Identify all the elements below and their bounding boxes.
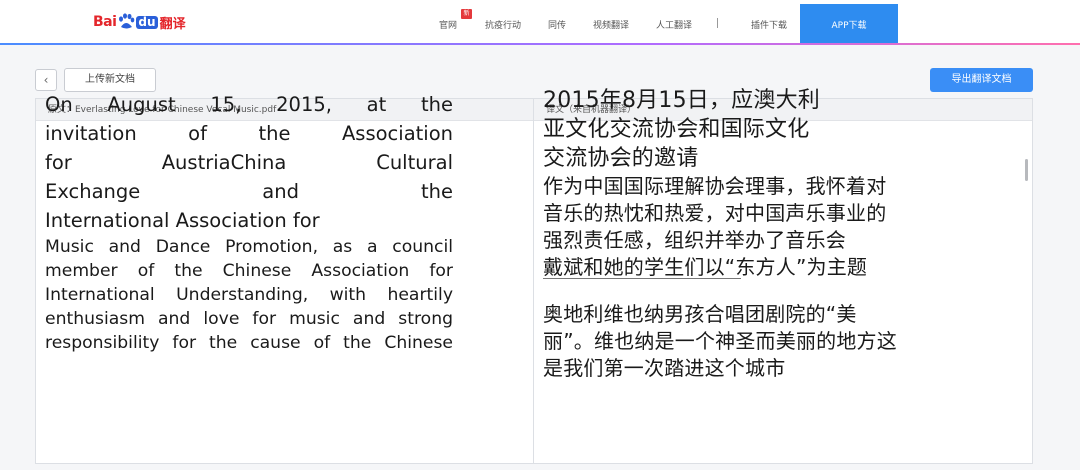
translated-line: 是我们第一次踏进这个城市 (543, 356, 786, 380)
source-line: Music and Dance Promotion, as a council (45, 237, 453, 257)
source-line: International Association for (45, 209, 320, 232)
back-button[interactable]: ‹ (35, 69, 57, 91)
source-line: enthusiasm and love for music and strong (45, 309, 453, 329)
translated-line: 作为中国国际理解协会理事，我怀着对 (543, 174, 887, 198)
logo-text-du: du (136, 14, 158, 29)
baidu-fanyi-logo[interactable]: Bai du 翻译 (93, 10, 186, 34)
app-download-label: APP下载 (831, 21, 867, 31)
translated-document-text: 2015年8月15日，应澳大利 亚文化交流协会和国际文化 交流协会的邀请 作为中… (543, 86, 963, 382)
nav-official-site[interactable]: 官网 (439, 18, 457, 31)
translated-line: 戴斌和她的学生们以“东方人”为主题 (543, 255, 868, 279)
app-download-button[interactable]: APP下载 (800, 4, 898, 44)
source-line: member of the Chinese Association for (45, 261, 453, 281)
panel-divider (533, 99, 534, 463)
chevron-left-icon: ‹ (43, 73, 49, 87)
nav-human-translation[interactable]: 人工翻译 (656, 18, 692, 31)
translated-line: 奥地利维也纳男孩合唱团剧院的“美 (543, 302, 857, 326)
translated-line: 交流协会的邀请 (543, 146, 699, 171)
translated-line: 2015年8月15日，应澳大利 (543, 88, 820, 113)
nav-separator (717, 18, 718, 28)
source-line: On August 15, 2015, at the (45, 93, 453, 116)
source-line: Exchange and the (45, 180, 453, 203)
source-line: responsibility for the cause of the Chin… (45, 333, 453, 353)
paw-icon (119, 13, 135, 29)
page-bottom-edge (0, 464, 1080, 470)
translated-line: 丽”。维也纳是一个神圣而美丽的地方这 (543, 329, 897, 353)
translated-line: 音乐的热忱和热爱，对中国声乐事业的 (543, 201, 887, 225)
source-line: International Understanding, with hearti… (45, 285, 453, 305)
new-badge: 新 (461, 9, 472, 19)
source-line: invitation of the Association (45, 122, 453, 145)
translated-line: 亚文化交流协会和国际文化 (543, 117, 810, 142)
nav-plugin-download[interactable]: 插件下载 (751, 18, 787, 31)
source-line: for AustriaChina Cultural (45, 151, 453, 174)
nav-anti-epidemic[interactable]: 抗疫行动 (485, 18, 521, 31)
logo-text-fanyi: 翻译 (159, 16, 186, 32)
top-navigation-bar: Bai du 翻译 官网 新 抗疫行动 同传 视频翻译 人工翻译 插件下载 AP… (0, 0, 1080, 44)
nav-simultaneous[interactable]: 同传 (548, 18, 566, 31)
source-document-text: On August 15, 2015, at the invitation of… (45, 90, 453, 355)
nav-video-translation[interactable]: 视频翻译 (593, 18, 629, 31)
text-underline (543, 278, 741, 279)
translated-line: 强烈责任感，组织并举办了音乐会 (543, 228, 846, 252)
target-scrollbar[interactable] (1025, 159, 1028, 181)
logo-text-bai: Bai (93, 14, 117, 30)
upload-new-document-button[interactable]: 上传新文档 (64, 68, 156, 92)
